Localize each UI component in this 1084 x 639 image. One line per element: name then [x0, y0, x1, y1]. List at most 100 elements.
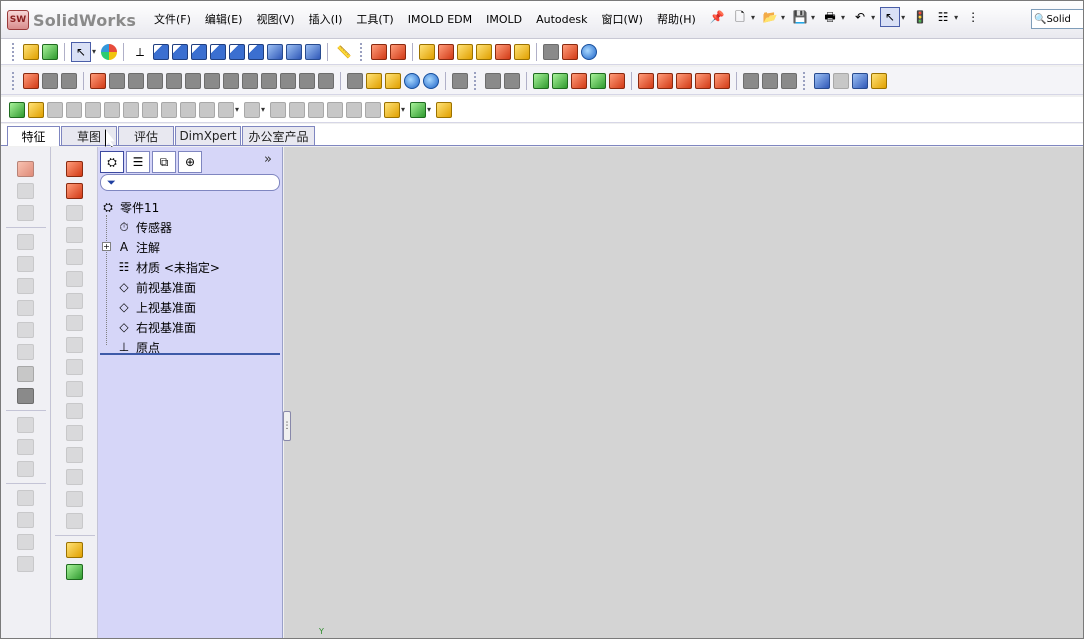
save-all-icon[interactable] [61, 72, 77, 89]
reference-geometry-strip-icon[interactable] [66, 542, 83, 558]
view-top-icon[interactable] [248, 43, 265, 60]
menu-imold[interactable]: IMOLD [479, 12, 529, 28]
freeform-icon[interactable] [66, 271, 83, 287]
undercut-icon[interactable] [571, 72, 587, 89]
mirror-strip-icon[interactable] [66, 469, 83, 485]
core-icon[interactable] [638, 72, 654, 89]
deform-icon[interactable] [66, 293, 83, 309]
pattern-strip-icon[interactable] [17, 439, 34, 455]
shaded-icon[interactable] [267, 43, 284, 60]
tab-features[interactable]: 特征 [7, 126, 60, 146]
sheetmetal-icon[interactable] [814, 72, 830, 89]
move-face-icon[interactable] [66, 381, 83, 397]
loft-boss-icon[interactable] [17, 234, 34, 250]
tool-icon[interactable] [504, 72, 520, 89]
rib-strip-icon[interactable] [17, 461, 34, 477]
view-left-icon[interactable] [210, 43, 227, 60]
tool-icon[interactable] [762, 72, 778, 89]
mold-analysis-icon[interactable] [533, 72, 549, 89]
view-back-icon[interactable] [191, 43, 208, 60]
revolve-icon[interactable] [28, 101, 44, 118]
hole-wizard-icon[interactable] [17, 300, 34, 316]
tool-icon[interactable] [223, 72, 239, 89]
tool-icon[interactable] [781, 72, 797, 89]
mold-tool-icon[interactable] [457, 43, 474, 60]
intersect-strip-icon[interactable] [17, 556, 34, 572]
tree-item-material[interactable]: ☷ 材质 <未指定> [100, 257, 280, 277]
scale-strip-icon[interactable] [66, 447, 83, 463]
shaded-edges-icon[interactable] [286, 43, 303, 60]
tool-icon[interactable] [147, 72, 163, 89]
tab-dimxpert[interactable]: DimXpert [175, 126, 241, 145]
tool-icon[interactable] [185, 72, 201, 89]
combine-strip-icon[interactable] [66, 425, 83, 441]
print-icon[interactable]: 🖶 [820, 7, 840, 27]
help-icon[interactable] [581, 43, 598, 60]
tree-item-right-plane[interactable]: ◇ 右视基准面 [100, 317, 280, 337]
rollback-bar[interactable] [100, 353, 280, 355]
tool-icon[interactable] [109, 72, 125, 89]
tool-icon[interactable] [743, 72, 759, 89]
tree-root-part[interactable]: ⛭ 零件11 [100, 197, 280, 217]
sweep-icon[interactable] [47, 101, 63, 118]
reference-geometry-icon[interactable] [384, 101, 401, 118]
tree-item-top-plane[interactable]: ◇ 上视基准面 [100, 297, 280, 317]
chevron-down-icon[interactable]: ▾ [235, 105, 239, 114]
info-icon[interactable] [423, 72, 439, 89]
part-view-icon[interactable] [852, 72, 868, 89]
revolve-cut-icon[interactable] [17, 322, 34, 338]
extrude-cut-icon[interactable] [17, 278, 34, 294]
toolbox-icon[interactable] [871, 72, 887, 89]
curves-icon[interactable] [410, 101, 427, 118]
print-preview-icon[interactable] [543, 43, 560, 60]
tool-icon[interactable] [299, 72, 315, 89]
tooling-split-icon[interactable] [514, 43, 531, 60]
lofted-boss-icon[interactable] [66, 183, 83, 199]
tool-icon[interactable] [280, 72, 296, 89]
tab-office-products[interactable]: 办公室产品 [242, 126, 315, 145]
sheet-icon[interactable] [390, 43, 407, 60]
move-body-icon[interactable] [327, 101, 344, 118]
curves-strip-icon[interactable] [66, 564, 83, 580]
tool-icon[interactable] [261, 72, 277, 89]
view-right-icon[interactable] [229, 43, 246, 60]
tree-item-annotations[interactable]: + A 注解 [100, 237, 280, 257]
weldment-icon[interactable] [833, 72, 849, 89]
options-icon[interactable]: ☷ [933, 7, 953, 27]
tool-icon[interactable] [242, 72, 258, 89]
chevron-down-icon[interactable]: ▾ [841, 13, 845, 22]
wizard-icon[interactable] [385, 72, 401, 89]
lofted-cut-icon[interactable] [17, 366, 34, 382]
dimxpert-manager-tab-icon[interactable]: ⊕ [178, 151, 202, 173]
tree-item-front-plane[interactable]: ◇ 前视基准面 [100, 277, 280, 297]
chevron-down-icon[interactable]: ▾ [427, 105, 431, 114]
tool-icon[interactable] [347, 72, 363, 89]
configuration-manager-tab-icon[interactable]: ⧉ [152, 151, 176, 173]
toolbar-grip[interactable] [803, 71, 808, 90]
circular-pattern-icon[interactable] [66, 513, 83, 529]
draft-analysis-icon[interactable] [552, 72, 568, 89]
fillet-strip-icon[interactable] [17, 417, 34, 433]
save-icon[interactable]: 💾 [790, 7, 810, 27]
toolbar-grip[interactable] [360, 42, 365, 61]
menu-edit[interactable]: 编辑(E) [198, 12, 250, 28]
chevron-down-icon[interactable]: ▾ [811, 13, 815, 22]
hole-icon[interactable] [199, 101, 215, 118]
boundary-boss-icon[interactable] [17, 256, 34, 272]
feature-tree-tab-icon[interactable]: ⛭ [100, 151, 124, 173]
loft-icon[interactable] [66, 101, 82, 118]
dome-icon[interactable] [218, 101, 234, 118]
toolbar-grip[interactable] [12, 71, 17, 90]
chevron-down-icon[interactable]: ▾ [92, 47, 96, 56]
property-manager-tab-icon[interactable]: ☰ [126, 151, 150, 173]
draft-icon[interactable] [180, 101, 196, 118]
chevron-down-icon[interactable]: ▾ [751, 13, 755, 22]
tool-icon[interactable] [485, 72, 501, 89]
scissors-icon[interactable] [366, 72, 382, 89]
chevron-down-icon[interactable]: ▾ [261, 105, 265, 114]
calculator-icon[interactable] [452, 72, 468, 89]
traffic-light-icon[interactable]: 🚦 [910, 7, 930, 27]
instant3d-icon[interactable] [436, 101, 453, 118]
surface-tool-icon[interactable] [476, 43, 493, 60]
tool-icon[interactable] [204, 72, 220, 89]
